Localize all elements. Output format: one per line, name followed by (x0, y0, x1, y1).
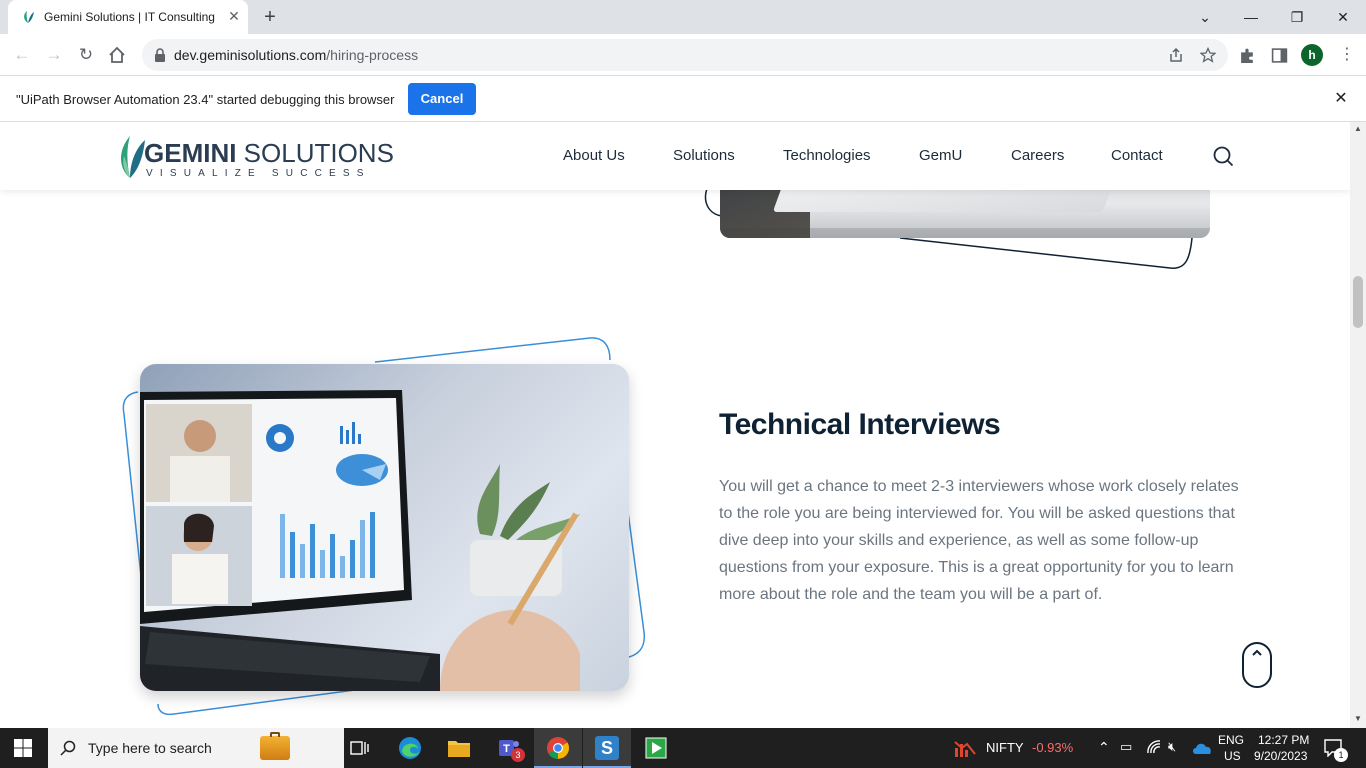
photo-laptop-video-call (140, 364, 629, 691)
edge-browser-icon[interactable] (386, 728, 434, 768)
language-bottom[interactable]: US (1224, 749, 1241, 763)
reload-icon[interactable]: ↻ (75, 44, 97, 66)
teams-badge: 3 (511, 748, 525, 762)
section-heading: Technical Interviews (719, 408, 1001, 441)
debug-infobar: "UiPath Browser Automation 23.4" started… (0, 76, 1366, 122)
extensions-puzzle-icon[interactable] (1239, 47, 1256, 64)
site-header: GEMINI SOLUTIONS VISUALIZE SUCCESS About… (0, 122, 1350, 190)
language-top[interactable]: ENG (1218, 733, 1244, 747)
nifty-change: -0.93% (1032, 740, 1074, 755)
edge-glyph (399, 737, 421, 759)
tab-gemini[interactable]: Gemini Solutions | IT Consulting ✕ (8, 0, 248, 34)
scroll-to-top-button[interactable] (1242, 642, 1272, 688)
tray-overflow-chevron-icon[interactable]: ⌃ (1098, 739, 1110, 756)
restore-icon[interactable]: ❐ (1274, 0, 1320, 34)
logo-wordmark: GEMINI SOLUTIONS (144, 138, 394, 169)
section-paragraph: You will get a chance to meet 2-3 interv… (719, 478, 1239, 603)
stock-chart-icon[interactable] (953, 738, 977, 758)
nifty-label: NIFTY (986, 740, 1024, 755)
lock-icon (155, 48, 165, 62)
chrome-glyph (547, 737, 569, 759)
page-viewport: GEMINI SOLUTIONS VISUALIZE SUCCESS About… (0, 122, 1350, 728)
new-tab-icon[interactable]: + (258, 6, 282, 28)
logo-word-rest: SOLUTIONS (236, 138, 394, 168)
taskbar-search-box[interactable]: Type here to search (48, 728, 344, 768)
browser-toolbar: ← → ↻ dev.geminisolutions.com/hiring-pro… (0, 34, 1366, 76)
task-view-glyph (350, 741, 369, 755)
volume-muted-icon[interactable]: 🔇︎ (1168, 739, 1176, 755)
scroll-thumb[interactable] (1353, 276, 1363, 328)
task-view-icon[interactable] (336, 728, 384, 768)
nav-about-us[interactable]: About Us (563, 147, 625, 164)
profile-avatar[interactable]: h (1301, 44, 1323, 66)
search-icon[interactable] (1212, 145, 1234, 167)
address-bar[interactable]: dev.geminisolutions.com/hiring-process (142, 39, 1228, 71)
site-logo[interactable]: GEMINI SOLUTIONS VISUALIZE SUCCESS (116, 132, 394, 182)
photo-illustration (140, 390, 580, 691)
notification-count: 1 (1334, 748, 1348, 762)
teams-icon[interactable]: T 3 (485, 728, 533, 768)
clock-date[interactable]: 9/20/2023 (1254, 749, 1307, 763)
taskbar-search-placeholder: Type here to search (88, 740, 212, 756)
side-panel-icon[interactable] (1271, 47, 1288, 64)
technical-interviews-image (120, 332, 650, 722)
tab-strip: Gemini Solutions | IT Consulting ✕ + ⌄ —… (0, 0, 1366, 34)
chrome-icon[interactable] (534, 728, 582, 768)
clock-time[interactable]: 12:27 PM (1258, 733, 1309, 747)
chevron-up-icon (1252, 649, 1262, 656)
share-icon[interactable] (1168, 47, 1184, 63)
search-highlight-briefcase-icon (260, 732, 290, 760)
logo-tagline: VISUALIZE SUCCESS (146, 168, 371, 179)
battery-icon[interactable]: ▭ (1120, 739, 1132, 755)
windows-taskbar: Type here to search T 3 S NIFTY -0.93% ⌃… (0, 728, 1366, 768)
infobar-cancel-button[interactable]: Cancel (408, 83, 476, 115)
infobar-message: "UiPath Browser Automation 23.4" started… (16, 92, 395, 107)
forward-icon[interactable]: → (43, 44, 65, 66)
logo-word-bold: GEMINI (144, 138, 237, 168)
taskbar-search-icon (60, 740, 76, 756)
bookmark-star-icon[interactable] (1200, 47, 1216, 63)
infobar-close-icon[interactable]: ✕ (1332, 90, 1350, 108)
svg-text:T: T (503, 743, 510, 755)
scroll-up-arrow-icon[interactable]: ▲ (1350, 124, 1366, 136)
nav-careers[interactable]: Careers (1011, 147, 1064, 164)
gemini-favicon-icon (24, 11, 34, 23)
nav-contact[interactable]: Contact (1111, 147, 1163, 164)
folder-glyph (448, 741, 470, 757)
page-scrollbar[interactable]: ▲ ▼ (1350, 122, 1366, 728)
nav-technologies[interactable]: Technologies (783, 147, 871, 164)
wifi-icon[interactable] (1146, 740, 1162, 756)
url-text: dev.geminisolutions.com/hiring-process (174, 47, 418, 63)
uipath-studio-icon[interactable]: S (583, 728, 631, 768)
minimize-icon[interactable]: — (1228, 0, 1274, 34)
windows-start-icon[interactable] (14, 739, 32, 757)
gemini-leaf-logo-icon (121, 136, 145, 178)
tab-title: Gemini Solutions | IT Consulting (44, 10, 215, 24)
onedrive-icon[interactable] (1192, 741, 1212, 755)
url-path: /hiring-process (326, 47, 419, 63)
uipath-assistant-icon[interactable] (632, 728, 680, 768)
scroll-down-arrow-icon[interactable]: ▼ (1350, 714, 1366, 726)
tab-search-chevron-icon[interactable]: ⌄ (1182, 0, 1228, 34)
home-icon[interactable] (107, 45, 127, 65)
studio-glyph: S (595, 736, 619, 760)
window-close-icon[interactable]: ✕ (1320, 0, 1366, 34)
kebab-menu-icon[interactable]: ⋮ (1336, 44, 1358, 66)
url-domain: dev.geminisolutions.com (174, 47, 327, 63)
assistant-glyph (645, 737, 667, 759)
tab-close-icon[interactable]: ✕ (226, 8, 242, 24)
nav-gemu[interactable]: GemU (919, 147, 962, 164)
back-icon[interactable]: ← (11, 44, 33, 66)
file-explorer-icon[interactable] (435, 728, 483, 768)
nav-solutions[interactable]: Solutions (673, 147, 735, 164)
